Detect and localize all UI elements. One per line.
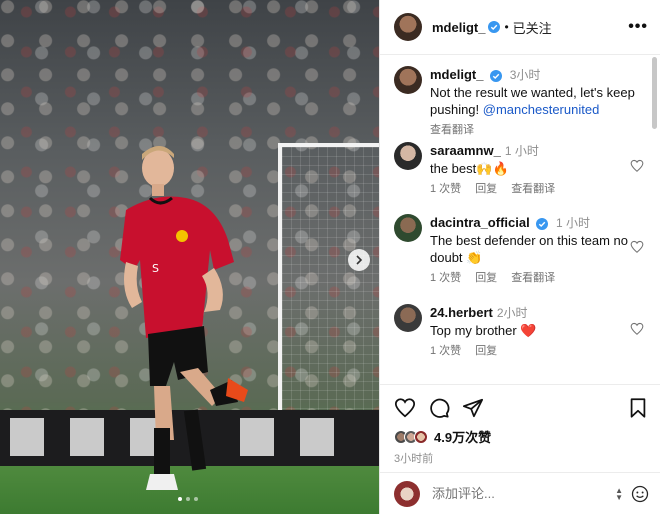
post-timestamp: 3小时前 — [394, 453, 434, 465]
comment-item: saraamnw_ 1 小时 the best🙌🔥 1 次赞 回复 查看翻译 — [394, 142, 644, 198]
heart-icon[interactable] — [394, 397, 416, 419]
comment-item: 24.herbert 2小时 Top my brother ❤️ 1 次赞 回复 — [394, 304, 644, 360]
reply-button[interactable]: 回复 — [475, 343, 497, 360]
comment-like-count[interactable]: 1 次赞 — [430, 270, 461, 287]
verified-badge-icon — [488, 21, 501, 33]
commenter-username[interactable]: saraamnw_ — [430, 143, 501, 158]
reply-button[interactable]: 回复 — [475, 181, 497, 198]
heart-icon[interactable] — [630, 322, 644, 336]
commenter-avatar[interactable] — [394, 304, 422, 332]
like-summary[interactable]: 4.9万次赞 — [394, 427, 649, 446]
see-translation-link[interactable]: 查看翻译 — [430, 122, 474, 139]
liker-avatar — [414, 429, 428, 444]
comment-time: 2小时 — [496, 306, 528, 320]
comment-time: 1 小时 — [555, 216, 590, 230]
heart-icon[interactable] — [630, 159, 644, 173]
player-figure: S — [120, 146, 248, 490]
reply-button[interactable]: 回复 — [475, 270, 497, 287]
author-username[interactable]: mdeligt_ — [432, 20, 485, 35]
see-translation-link[interactable]: 查看翻译 — [511, 270, 555, 287]
comment-icon[interactable] — [428, 397, 450, 419]
comment-like-count[interactable]: 1 次赞 — [430, 181, 461, 198]
post-header: mdeligt_ • 已关注 ••• — [380, 0, 660, 55]
follow-status-button[interactable]: 已关注 — [513, 18, 552, 37]
mention-link[interactable]: @manchesterunited — [483, 102, 600, 117]
chevron-right-icon — [356, 255, 363, 265]
post-actions: 4.9万次赞 3小时前 — [380, 384, 660, 466]
heart-icon[interactable] — [630, 240, 644, 254]
comments-scrollbar[interactable] — [652, 57, 657, 129]
emoji-icon[interactable] — [631, 485, 649, 503]
current-user-avatar — [394, 480, 420, 507]
commenter-avatar[interactable] — [394, 214, 422, 242]
add-comment-bar: ▲▼ — [380, 472, 660, 514]
svg-text:S: S — [152, 262, 159, 275]
post-photo[interactable]: S — [0, 0, 379, 514]
comment-like-count[interactable]: 1 次赞 — [430, 343, 461, 360]
author-avatar[interactable] — [394, 13, 422, 41]
more-options-icon[interactable]: ••• — [628, 18, 648, 36]
comment-text: Top my brother ❤️ — [430, 323, 537, 338]
commenter-avatar[interactable] — [394, 142, 422, 170]
caption-username[interactable]: mdeligt_ — [430, 67, 483, 82]
share-icon[interactable] — [462, 397, 484, 419]
caption-avatar[interactable] — [394, 66, 422, 94]
comment-item: dacintra_official 1 小时 The best defender… — [394, 214, 644, 287]
see-translation-link[interactable]: 查看翻译 — [511, 181, 555, 198]
commenter-username[interactable]: dacintra_official — [430, 215, 530, 230]
header-separator: • — [504, 20, 509, 34]
commenter-username[interactable]: 24.herbert — [430, 305, 493, 320]
caption-time: 3小时 — [509, 68, 541, 82]
caption: mdeligt_ 3小时 Not the result we wanted, l… — [394, 66, 644, 139]
comment-text: the best🙌🔥 — [430, 161, 509, 176]
resize-handle-icon[interactable]: ▲ ▼ — [615, 486, 623, 501]
post-side-panel: mdeligt_ • 已关注 ••• mdeligt_ 3小时 Not the … — [379, 0, 660, 514]
comment-text: The best defender on this team no doubt … — [430, 233, 629, 265]
carousel-dots — [178, 497, 198, 501]
bookmark-icon[interactable] — [627, 397, 649, 419]
verified-badge-icon — [490, 69, 503, 82]
comment-input[interactable] — [432, 486, 616, 501]
verified-badge-icon — [536, 217, 549, 230]
next-photo-button[interactable] — [348, 249, 370, 271]
comments-list: mdeligt_ 3小时 Not the result we wanted, l… — [380, 56, 650, 384]
comment-time: 1 小时 — [504, 144, 539, 158]
like-count[interactable]: 4.9万次赞 — [434, 427, 491, 446]
